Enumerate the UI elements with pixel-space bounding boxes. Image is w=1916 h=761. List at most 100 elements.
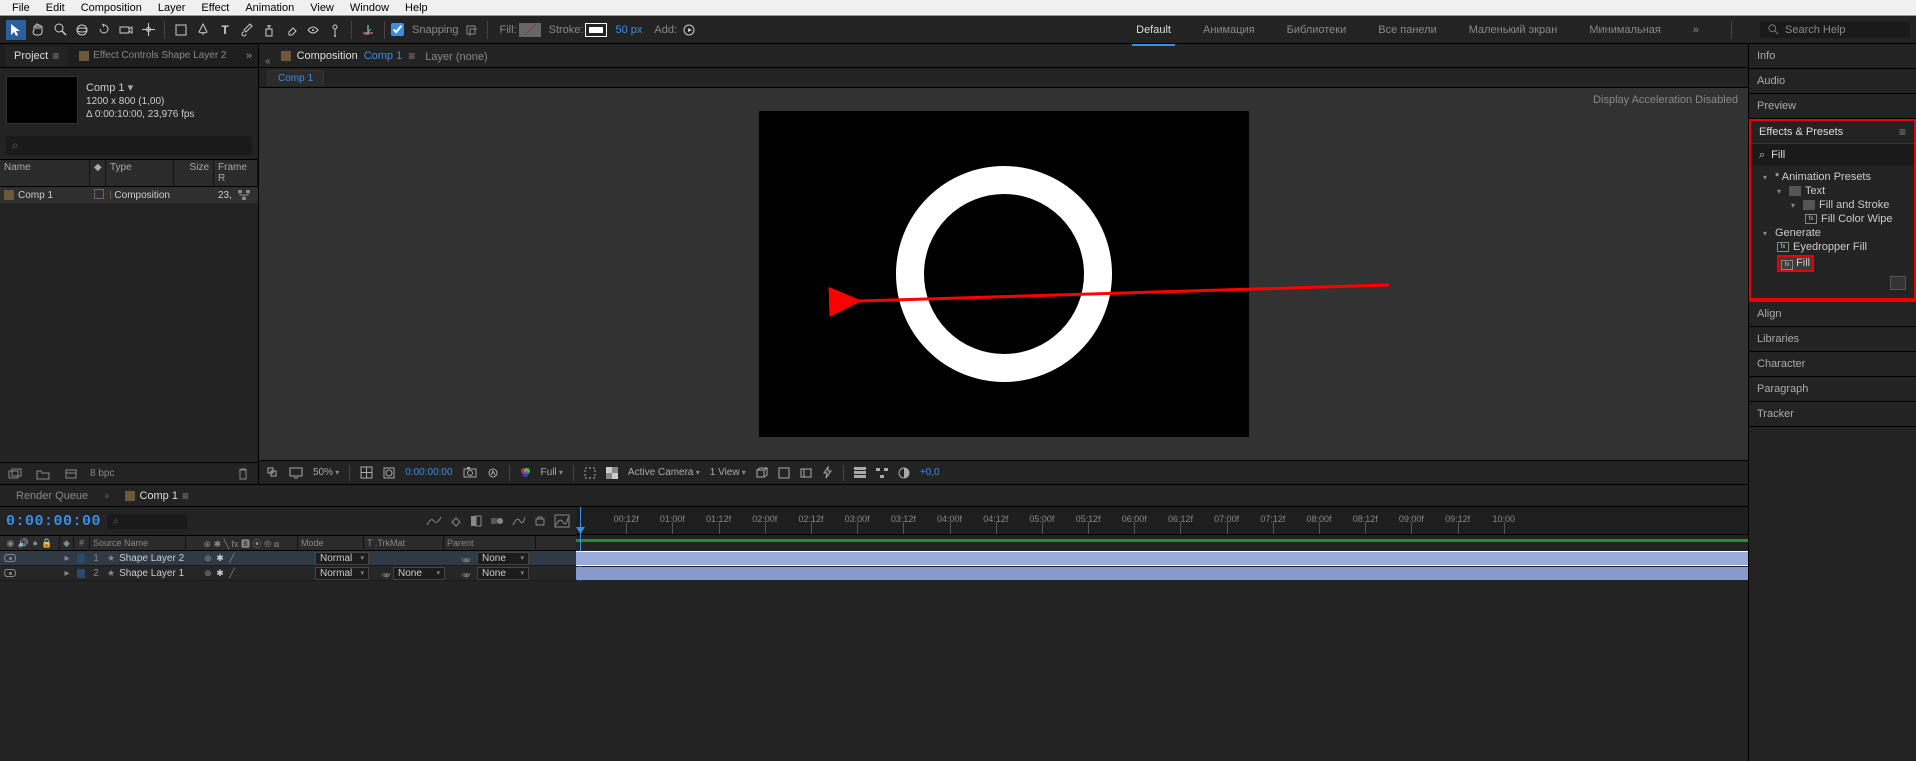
snapping-checkbox[interactable] bbox=[391, 23, 404, 36]
exposure-value[interactable]: +0,0 bbox=[920, 467, 940, 478]
col-tag-icon[interactable]: ◆ bbox=[90, 160, 106, 186]
timecode[interactable]: 0:00:00:00 bbox=[6, 513, 101, 530]
effects-search-input[interactable] bbox=[1771, 149, 1913, 161]
graph-editor-icon[interactable] bbox=[512, 515, 526, 527]
fill-swatch[interactable] bbox=[519, 23, 541, 37]
hand-tool[interactable] bbox=[28, 20, 48, 40]
tree-fill-effect[interactable]: fx Fill bbox=[1755, 254, 1910, 273]
show-snapshot-icon[interactable] bbox=[487, 467, 499, 479]
selection-tool[interactable] bbox=[6, 20, 26, 40]
panel-menu-icon[interactable]: ≡ bbox=[408, 49, 415, 63]
preview-panel[interactable]: Preview bbox=[1749, 94, 1916, 119]
pickwhip-icon[interactable] bbox=[381, 567, 393, 579]
ws-minimal[interactable]: Минимальная bbox=[1585, 22, 1665, 38]
grid-icon[interactable] bbox=[360, 466, 373, 479]
flowchart-icon[interactable] bbox=[238, 190, 250, 200]
switches-col[interactable]: ⊕ ✱ ╲ fx 🅱 ⦿ ⦾ ⧈ bbox=[186, 536, 298, 550]
parent-dropdown[interactable]: None bbox=[477, 567, 529, 580]
visibility-toggle[interactable] bbox=[4, 554, 16, 562]
snap-edge-icon[interactable] bbox=[461, 20, 481, 40]
layer-row[interactable]: ▸ 1 ★Shape Layer 2 ⊕✱╱ Normal None bbox=[0, 551, 576, 566]
snapshot-icon[interactable] bbox=[463, 467, 477, 478]
layer-row[interactable]: ▸ 2 ★Shape Layer 1 ⊕✱╱ Normal None None bbox=[0, 566, 576, 581]
ws-libraries[interactable]: Библиотеки bbox=[1283, 22, 1351, 38]
col-type[interactable]: Type bbox=[106, 160, 174, 186]
project-search[interactable]: ⌕ bbox=[6, 136, 252, 155]
shy-icon[interactable] bbox=[426, 515, 442, 527]
tree-animation-presets[interactable]: ▾* Animation Presets bbox=[1755, 170, 1910, 184]
channel-icon[interactable] bbox=[520, 467, 531, 478]
character-panel[interactable]: Character bbox=[1749, 352, 1916, 377]
menu-window[interactable]: Window bbox=[342, 2, 397, 14]
paragraph-panel[interactable]: Paragraph bbox=[1749, 377, 1916, 402]
circle-shape[interactable] bbox=[896, 166, 1112, 382]
effects-search[interactable]: ⌕ × bbox=[1751, 143, 1914, 166]
camera-tool[interactable] bbox=[116, 20, 136, 40]
menu-file[interactable]: File bbox=[4, 2, 38, 14]
pickwhip-icon[interactable] bbox=[461, 567, 473, 579]
orbit-tool[interactable] bbox=[72, 20, 92, 40]
bpc-value[interactable]: 8 bpc bbox=[90, 468, 114, 479]
new-comp-icon[interactable] bbox=[62, 465, 80, 483]
layer-tab[interactable]: Layer (none) bbox=[425, 51, 487, 67]
timeline-tracks[interactable]: 00:12f01:00f01:12f02:00f02:12f03:00f03:1… bbox=[576, 507, 1748, 581]
shape-tool[interactable] bbox=[171, 20, 191, 40]
layer-color[interactable] bbox=[77, 569, 85, 578]
trkmat-dropdown[interactable]: None bbox=[393, 567, 445, 580]
interpret-icon[interactable] bbox=[6, 465, 24, 483]
label-col-icon[interactable]: ◆ bbox=[60, 536, 74, 550]
solo-col-icon[interactable]: ● bbox=[32, 538, 37, 548]
tracker-panel[interactable]: Tracker bbox=[1749, 402, 1916, 427]
libraries-panel[interactable]: Libraries bbox=[1749, 327, 1916, 352]
composition-tab[interactable]: Composition Comp 1 ≡ bbox=[281, 49, 416, 67]
text-tool[interactable]: T bbox=[215, 20, 235, 40]
tab-close-icon[interactable]: × bbox=[104, 491, 109, 501]
composition-canvas[interactable] bbox=[759, 111, 1249, 437]
color-tag[interactable] bbox=[94, 189, 104, 199]
monitor-icon[interactable] bbox=[289, 467, 303, 479]
project-tab[interactable]: Project≡ bbox=[6, 46, 67, 67]
info-panel[interactable]: Info bbox=[1749, 44, 1916, 69]
mask-icon[interactable] bbox=[383, 467, 395, 479]
3d-icon[interactable] bbox=[756, 467, 768, 479]
pixel-aspect-icon[interactable] bbox=[800, 467, 812, 479]
anchor-tool[interactable] bbox=[138, 20, 158, 40]
expand-icon[interactable]: ▸ bbox=[64, 568, 69, 579]
panel-menu-icon[interactable]: ≡ bbox=[52, 49, 59, 63]
layer-color[interactable] bbox=[77, 554, 85, 563]
av-col-icon[interactable]: ◉ bbox=[6, 538, 14, 549]
roto-tool[interactable] bbox=[303, 20, 323, 40]
menu-edit[interactable]: Edit bbox=[38, 2, 73, 14]
lock-icon[interactable]: « bbox=[265, 56, 271, 67]
layer-bar[interactable] bbox=[576, 567, 1748, 580]
brush-tool[interactable] bbox=[237, 20, 257, 40]
view-dropdown[interactable]: 1 View bbox=[710, 467, 746, 478]
exposure-reset-icon[interactable] bbox=[898, 467, 910, 479]
layer-name[interactable]: Shape Layer 2 bbox=[119, 553, 184, 564]
menu-animation[interactable]: Animation bbox=[237, 2, 302, 14]
comp-thumbnail[interactable] bbox=[6, 76, 78, 124]
tree-fill-stroke[interactable]: ▾Fill and Stroke bbox=[1755, 198, 1910, 212]
new-bin-icon[interactable] bbox=[1890, 276, 1906, 290]
zoom-tool[interactable] bbox=[50, 20, 70, 40]
blend-mode-dropdown[interactable]: Normal bbox=[315, 552, 369, 565]
menu-help[interactable]: Help bbox=[397, 2, 436, 14]
col-framerate[interactable]: Frame R bbox=[214, 160, 258, 186]
menu-composition[interactable]: Composition bbox=[73, 2, 150, 14]
layer-bar[interactable] bbox=[576, 552, 1748, 565]
blend-mode-dropdown[interactable]: Normal bbox=[315, 567, 369, 580]
time-ruler[interactable]: 00:12f01:00f01:12f02:00f02:12f03:00f03:1… bbox=[576, 507, 1748, 535]
stroke-swatch[interactable] bbox=[585, 23, 607, 37]
composition-viewer[interactable]: Display Acceleration Disabled bbox=[259, 88, 1748, 460]
comp-dropdown-icon[interactable]: ▾ bbox=[128, 82, 134, 94]
audio-col-icon[interactable]: 🔊 bbox=[18, 538, 29, 549]
puppet-tool[interactable] bbox=[325, 20, 345, 40]
rotation-tool[interactable] bbox=[94, 20, 114, 40]
stroke-width[interactable]: 50 px bbox=[615, 24, 642, 36]
audio-panel[interactable]: Audio bbox=[1749, 69, 1916, 94]
tree-fill-color-wipe[interactable]: fxFill Color Wipe bbox=[1755, 212, 1910, 226]
draft3d-icon[interactable] bbox=[450, 515, 462, 527]
comp-link-name[interactable]: Comp 1 bbox=[364, 50, 403, 62]
mode-col[interactable]: Mode bbox=[298, 536, 364, 550]
resolution-dropdown[interactable]: Full bbox=[541, 467, 563, 478]
